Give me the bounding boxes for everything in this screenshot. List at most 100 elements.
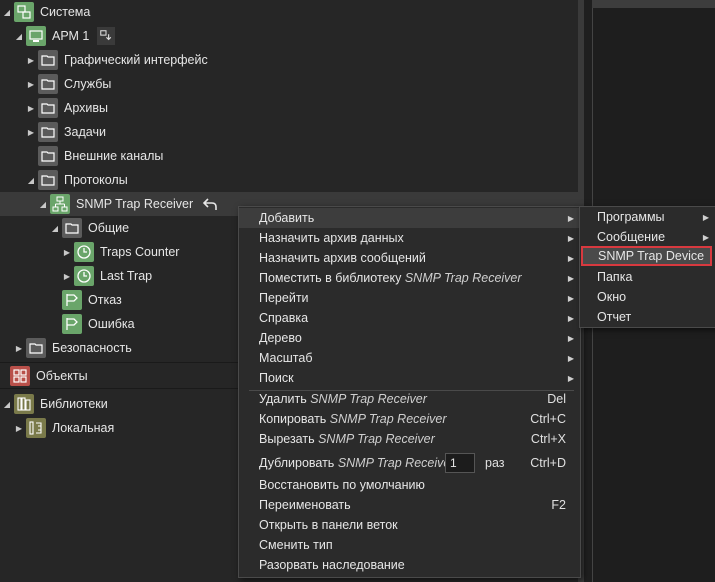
context-menu: Добавить ▶ Назначить архив данных ▶ Назн… (238, 206, 581, 578)
tree-item-gui[interactable]: ▶ Графический интерфейс (26, 48, 208, 72)
inherit-back-icon[interactable] (201, 195, 219, 213)
menu-item-open-in-branch-panel[interactable]: Открыть в панели веток (239, 515, 580, 535)
folder-icon (38, 98, 58, 118)
tree-item-system[interactable]: ◢ Система (2, 0, 90, 24)
submenu-item-report[interactable]: Отчет (580, 307, 715, 327)
tree-item-label: Общие (88, 221, 130, 235)
tree-item-failure[interactable]: Отказ (50, 288, 122, 312)
submenu-item-snmp-trap-device[interactable]: SNMP Trap Device (581, 246, 712, 266)
tree-item-services[interactable]: ▶ Службы (26, 72, 111, 96)
library-icon (14, 394, 34, 414)
menu-item-restore-default[interactable]: Восстановить по умолчанию (239, 475, 580, 495)
submenu-item-programs[interactable]: Программы ▶ (580, 207, 715, 227)
submenu-item-folder[interactable]: Папка (580, 267, 715, 287)
menu-item-assign-message-archive[interactable]: Назначить архив сообщений ▶ (239, 248, 580, 268)
expand-arrow-icon[interactable]: ▶ (26, 55, 36, 65)
tree-item-external-channels[interactable]: Внешние каналы (26, 144, 163, 168)
submenu-arrow-icon: ▶ (567, 353, 574, 363)
tree-item-general[interactable]: ◢ Общие (50, 216, 129, 240)
menu-item-rename[interactable]: Переименовать F2 (239, 495, 580, 515)
expand-arrow-icon[interactable]: ▶ (26, 79, 36, 89)
expand-arrow-icon[interactable]: ◢ (38, 199, 48, 209)
tree-item-label: АРМ 1 (52, 29, 90, 43)
menu-item-goto[interactable]: Перейти ▶ (239, 288, 580, 308)
folder-icon (38, 146, 58, 166)
tree-item-last-trap[interactable]: ▶ Last Trap (62, 264, 152, 288)
submenu-arrow-icon: ▶ (567, 293, 574, 303)
tree-item-label: Отказ (88, 293, 122, 307)
menu-item-break-inheritance[interactable]: Разорвать наследование (239, 555, 580, 575)
flag-icon (62, 314, 82, 334)
menu-item-assign-data-archive[interactable]: Назначить архив данных ▶ (239, 228, 580, 248)
submenu-item-window[interactable]: Окно (580, 287, 715, 307)
menu-item-place-in-library[interactable]: Поместить в библиотеку SNMP Trap Receive… (239, 268, 580, 288)
flag-icon (62, 290, 82, 310)
expand-arrow-icon[interactable]: ▶ (26, 103, 36, 113)
submenu-arrow-icon: ▶ (702, 232, 709, 242)
submenu-arrow-icon: ▶ (567, 373, 574, 383)
submenu-arrow-icon: ▶ (567, 273, 574, 283)
menu-item-tree[interactable]: Дерево ▶ (239, 328, 580, 348)
menu-item-help[interactable]: Справка ▶ (239, 308, 580, 328)
right-panel-header (592, 0, 715, 8)
folder-icon (26, 338, 46, 358)
tree-item-traps-counter[interactable]: ▶ Traps Counter (62, 240, 179, 264)
tree-item-label: Traps Counter (100, 245, 180, 259)
menu-item-copy[interactable]: Копировать SNMP Trap Receiver Ctrl+C (239, 409, 580, 429)
tree-item-label: Система (40, 5, 91, 19)
menu-item-add[interactable]: Добавить ▶ (239, 208, 580, 228)
clock-icon (74, 266, 94, 286)
tree-item-label: Локальная (52, 421, 115, 435)
tree-item-protocols[interactable]: ◢ Протоколы (26, 168, 128, 192)
expand-arrow-icon[interactable]: ◢ (26, 175, 36, 185)
submenu-arrow-icon: ▶ (567, 253, 574, 263)
export-icon[interactable] (97, 27, 116, 45)
expand-arrow-icon[interactable]: ◢ (2, 399, 12, 409)
folder-icon (38, 50, 58, 70)
menu-item-duplicate[interactable]: Дублировать SNMP Trap Receiver раз Ctrl+… (239, 451, 580, 475)
submenu-item-message[interactable]: Сообщение ▶ (580, 227, 715, 247)
duplicate-count-input[interactable] (445, 453, 475, 473)
expand-arrow-icon[interactable]: ▶ (14, 423, 24, 433)
snmp-icon (50, 194, 70, 214)
tree-item-label: Безопасность (52, 341, 132, 355)
tree-item-label: Протоколы (64, 173, 128, 187)
menu-item-cut[interactable]: Вырезать SNMP Trap Receiver Ctrl+X (239, 429, 580, 449)
tree-item-label: Библиотеки (40, 397, 108, 411)
tree-item-label: Службы (64, 77, 112, 91)
tree-item-label: Архивы (64, 101, 109, 115)
expand-arrow-icon[interactable]: ▶ (62, 271, 72, 281)
menu-item-delete[interactable]: Удалить SNMP Trap Receiver Del (239, 389, 580, 409)
folder-icon (38, 170, 58, 190)
menu-item-search[interactable]: Поиск ▶ (239, 368, 580, 388)
tree-item-tasks[interactable]: ▶ Задачи (26, 120, 106, 144)
expand-arrow-icon[interactable]: ◢ (2, 7, 12, 17)
tree-item-libraries[interactable]: ◢ Библиотеки (2, 392, 108, 416)
menu-item-scale[interactable]: Масштаб ▶ (239, 348, 580, 368)
tree-item-label: Графический интерфейс (64, 53, 208, 67)
menu-item-change-type[interactable]: Сменить тип (239, 535, 580, 555)
expand-arrow-icon[interactable]: ◢ (50, 223, 60, 233)
expand-arrow-icon[interactable]: ▶ (26, 127, 36, 137)
tree-item-label: Ошибка (88, 317, 135, 331)
tree-item-label: Last Trap (100, 269, 153, 283)
submenu-arrow-icon: ▶ (567, 333, 574, 343)
add-submenu: Программы ▶ Сообщение ▶ SNMP Trap Device… (579, 206, 715, 328)
tree-item-archives[interactable]: ▶ Архивы (26, 96, 108, 120)
tree-item-security[interactable]: ▶ Безопасность (14, 336, 132, 360)
submenu-arrow-icon: ▶ (567, 313, 574, 323)
workstation-icon (26, 26, 46, 46)
tree-item-local[interactable]: ▶ Локальная (14, 416, 114, 440)
clock-icon (74, 242, 94, 262)
tree-item-error[interactable]: Ошибка (50, 312, 135, 336)
tree-item-objects[interactable]: Объекты (10, 364, 88, 388)
tree-item-arm1[interactable]: ◢ АРМ 1 (14, 24, 116, 48)
submenu-arrow-icon: ▶ (567, 213, 574, 223)
expand-arrow-icon[interactable]: ▶ (62, 247, 72, 257)
submenu-arrow-icon: ▶ (567, 233, 574, 243)
system-icon (14, 2, 34, 22)
expand-arrow-icon[interactable]: ▶ (14, 343, 24, 353)
tree-item-label: Объекты (36, 369, 88, 383)
tree-item-label: Задачи (64, 125, 106, 139)
expand-arrow-icon[interactable]: ◢ (14, 31, 24, 41)
